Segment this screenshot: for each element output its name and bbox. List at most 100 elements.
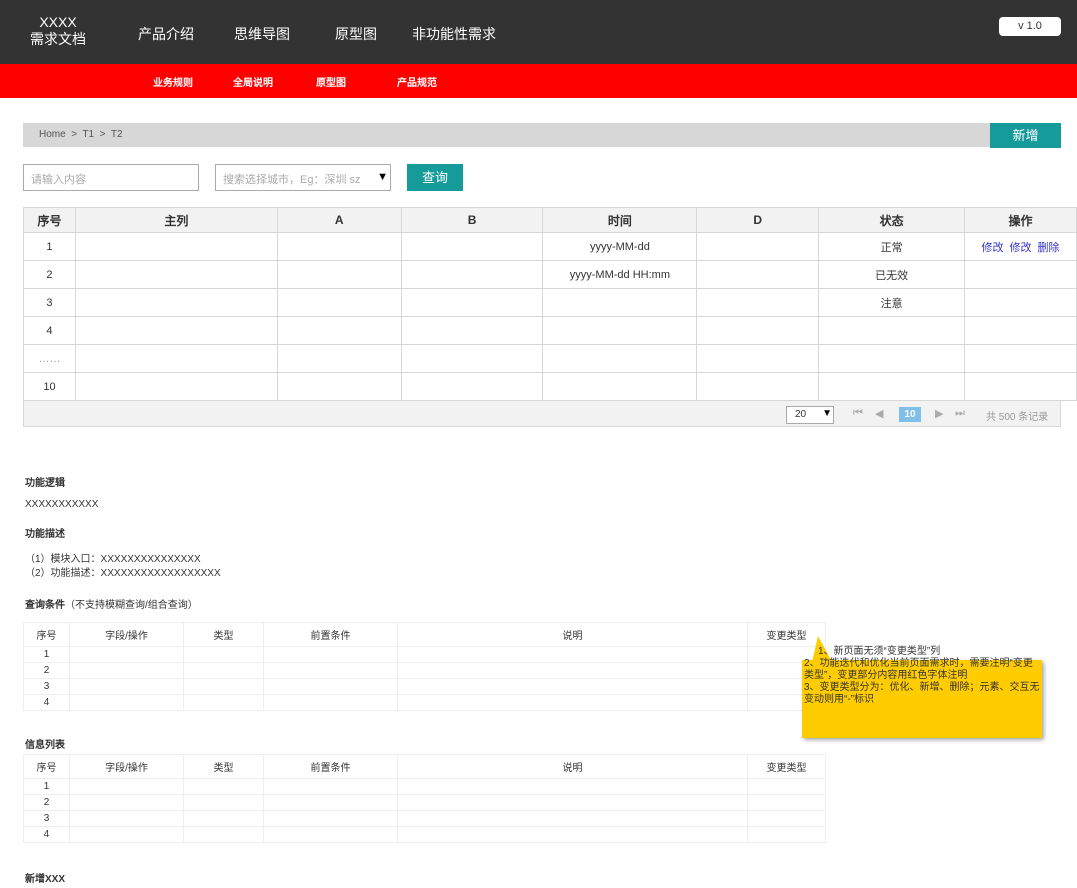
- col-header-precondition: 前置条件: [263, 622, 398, 647]
- chevron-down-icon: ▼: [377, 171, 388, 183]
- note-line-3: 3、变更类型分为：优化、新增、删除；元素、交互无变动则用“-”标识: [804, 682, 1040, 705]
- col-header-main[interactable]: 主列: [74, 207, 278, 233]
- cell-index: 10: [23, 372, 76, 401]
- sub-navbar: 业务规则 全局说明 原型图 产品规范: [0, 64, 1077, 98]
- table-row: 3: [23, 810, 826, 827]
- cell-main: [74, 344, 278, 373]
- current-page[interactable]: 10: [899, 407, 921, 422]
- table-row[interactable]: 4: [23, 316, 1077, 345]
- add-button[interactable]: 新增: [990, 123, 1061, 148]
- section-title-list: 信息列表: [25, 740, 65, 751]
- cell-d: [696, 344, 820, 373]
- table-row[interactable]: 2 yyyy-MM-dd HH:mm 已无效: [23, 260, 1077, 289]
- cell-status: 已无效: [818, 260, 966, 289]
- cell-status: [818, 372, 966, 401]
- cell-main: [74, 316, 278, 345]
- cell-actions: 修改 修改 删除: [964, 232, 1077, 261]
- note-line-1: 1、新页面无须“变更类型”列: [818, 646, 941, 657]
- subnav-business-rules[interactable]: 业务规则: [153, 74, 193, 89]
- cell-index: 3: [23, 678, 70, 695]
- cell-status: [818, 316, 966, 345]
- breadcrumb[interactable]: Home > T1 > T2: [39, 129, 123, 140]
- subnav-prototype[interactable]: 原型图: [316, 74, 346, 89]
- col-header-time[interactable]: 时间: [542, 207, 698, 233]
- cell-d: [696, 372, 820, 401]
- city-select-placeholder: 搜索选择城市，Eg：深圳 sz: [223, 174, 361, 186]
- logo[interactable]: XXXX 需求文档: [22, 14, 94, 48]
- cell-b: [400, 372, 544, 401]
- col-header-b[interactable]: B: [400, 207, 544, 233]
- col-header-a[interactable]: A: [276, 207, 402, 233]
- cell-b: [400, 344, 544, 373]
- table-row[interactable]: 10: [23, 372, 1077, 401]
- cell-main: [74, 232, 278, 261]
- cell-a: [276, 344, 402, 373]
- table-header-row: 序号 字段/操作 类型 前置条件 说明 变更类型: [23, 622, 826, 647]
- table-row[interactable]: 3 注意: [23, 288, 1077, 317]
- city-select[interactable]: 搜索选择城市，Eg：深圳 sz ▼: [215, 164, 391, 191]
- nav-item-mindmap[interactable]: 思维导图: [234, 24, 290, 44]
- cell-b: [400, 232, 544, 261]
- first-page-icon[interactable]: ⏮: [853, 407, 863, 420]
- table-row: 2: [23, 794, 826, 811]
- table-row: 4: [23, 694, 826, 711]
- table-header-row: 序号 主列 A B 时间 D 状态 操作: [23, 207, 1077, 233]
- section-title-desc: 功能描述: [25, 529, 65, 540]
- edit-link[interactable]: 修改: [1010, 242, 1032, 254]
- cell-index: 2: [23, 260, 76, 289]
- table-row[interactable]: 1 yyyy-MM-dd 正常 修改 修改 删除: [23, 232, 1077, 261]
- cell-b: [400, 260, 544, 289]
- col-header-field: 字段/操作: [69, 754, 184, 779]
- cell-d: [696, 288, 820, 317]
- col-header-index[interactable]: 序号: [23, 207, 76, 233]
- data-table: 序号 主列 A B 时间 D 状态 操作 1 yyyy-MM-dd 正常 修改修…: [23, 207, 1077, 401]
- cell-time: [542, 288, 698, 317]
- section-title-add: 新增XXX: [25, 874, 66, 885]
- page-size-value: 20: [795, 409, 807, 420]
- search-input[interactable]: 请输入内容: [23, 164, 199, 191]
- list-spec-table: 序号 字段/操作 类型 前置条件 说明 变更类型 1 2 3 4: [23, 754, 826, 843]
- top-navbar: XXXX 需求文档 产品介绍 思维导图 原型图 非功能性需求 v 1.0: [0, 0, 1077, 64]
- cell-a: [276, 372, 402, 401]
- cell-main: [74, 288, 278, 317]
- last-page-icon[interactable]: ⏭: [955, 407, 965, 420]
- col-header-field: 字段/操作: [69, 622, 184, 647]
- table-row[interactable]: ……: [23, 344, 1077, 373]
- col-header-status[interactable]: 状态: [818, 207, 966, 233]
- cell-actions: [964, 372, 1077, 401]
- chevron-down-icon: ▼: [822, 408, 832, 419]
- subnav-product-spec[interactable]: 产品规范: [397, 74, 437, 89]
- cell-time: yyyy-MM-dd HH:mm: [542, 260, 698, 289]
- cell-index: 2: [23, 662, 70, 679]
- edit-link[interactable]: 修改: [982, 242, 1004, 254]
- col-header-description: 说明: [397, 754, 748, 779]
- delete-link[interactable]: 删除: [1038, 242, 1060, 254]
- cell-time: [542, 316, 698, 345]
- cell-a: [276, 232, 402, 261]
- nav-item-nonfunctional[interactable]: 非功能性需求: [412, 24, 496, 44]
- cell-index: 1: [23, 232, 76, 261]
- page-size-select[interactable]: 20 ▼: [786, 406, 834, 424]
- query-spec-table: 序号 字段/操作 类型 前置条件 说明 变更类型 1 2 3 4: [23, 622, 826, 711]
- section-title-logic: 功能逻辑: [25, 478, 65, 489]
- cell-a: [276, 260, 402, 289]
- subnav-global-notes[interactable]: 全局说明: [233, 74, 273, 89]
- table-header-row: 序号 字段/操作 类型 前置条件 说明 变更类型: [23, 754, 826, 779]
- nav-item-prototype[interactable]: 原型图: [335, 24, 377, 44]
- next-page-icon[interactable]: ▶: [935, 407, 943, 420]
- cell-index: 1: [23, 646, 70, 663]
- nav-item-product-intro[interactable]: 产品介绍: [138, 24, 194, 44]
- cell-b: [400, 316, 544, 345]
- cell-a: [276, 316, 402, 345]
- version-badge[interactable]: v 1.0: [999, 17, 1061, 36]
- col-header-type: 类型: [183, 622, 264, 647]
- cell-d: [696, 316, 820, 345]
- logic-text: XXXXXXXXXXX: [25, 499, 99, 510]
- desc-line-entry: （1）模块入口：XXXXXXXXXXXXXXX: [25, 554, 201, 565]
- prev-page-icon[interactable]: ◀: [875, 407, 883, 420]
- logo-line1: XXXX: [39, 14, 77, 30]
- query-button[interactable]: 查询: [407, 164, 463, 191]
- col-header-d[interactable]: D: [696, 207, 820, 233]
- cell-index: 4: [23, 694, 70, 711]
- desc-line-function: （2）功能描述：XXXXXXXXXXXXXXXXXX: [25, 568, 221, 579]
